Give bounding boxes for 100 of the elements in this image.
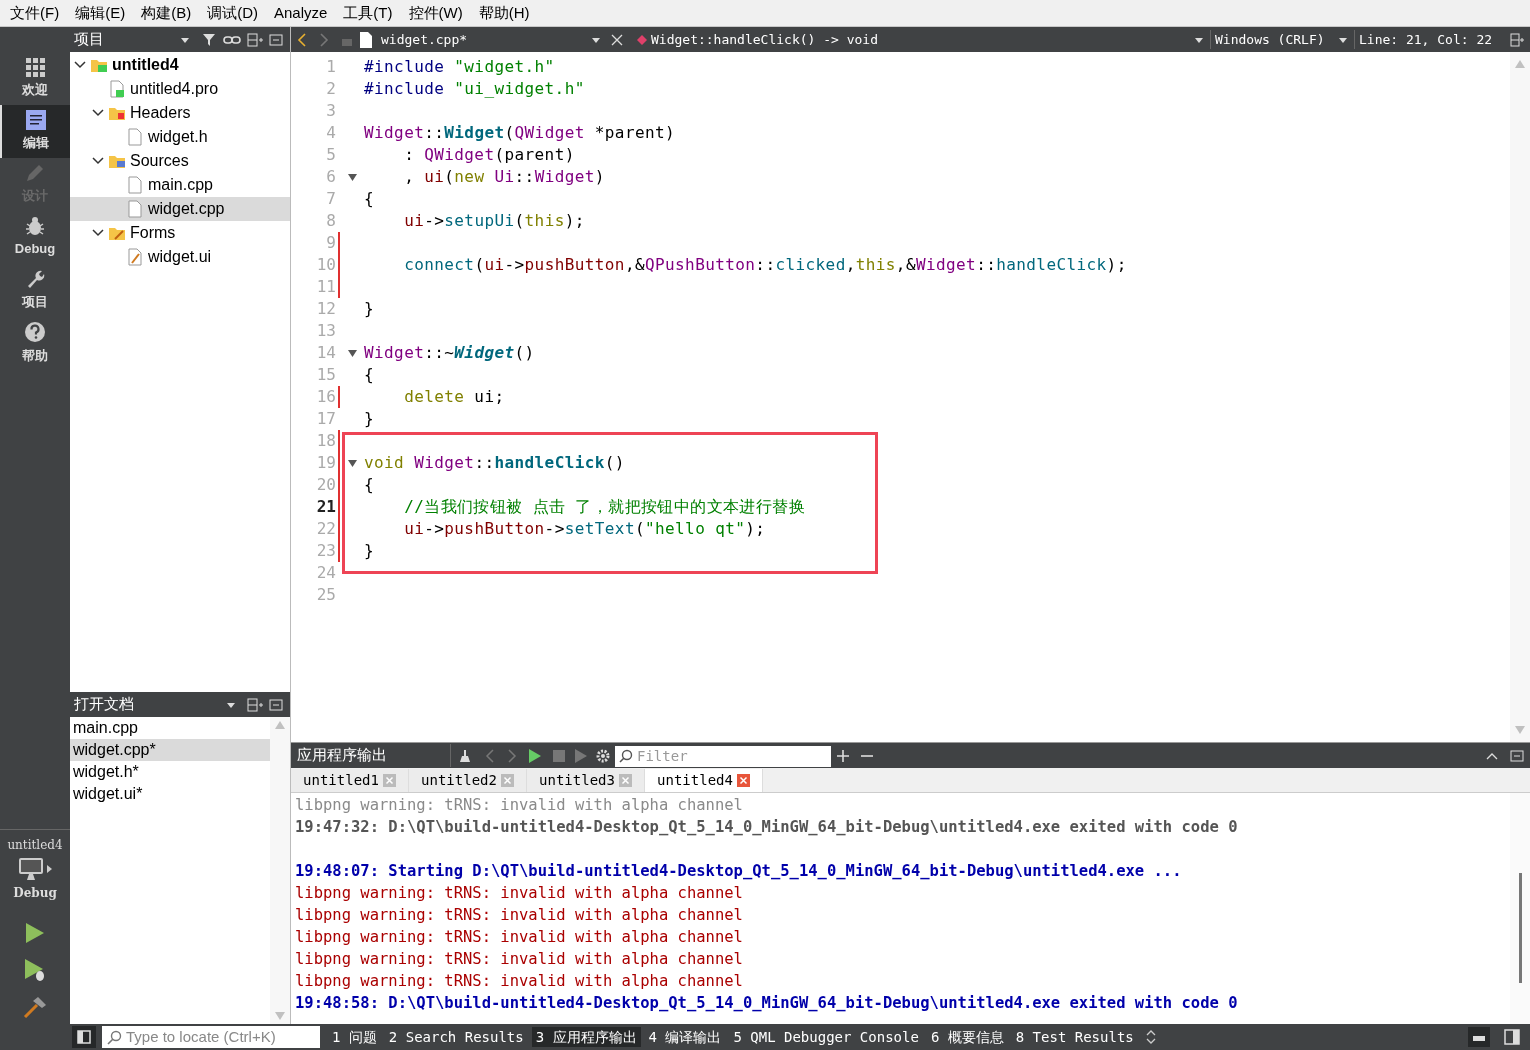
settings-icon[interactable] (596, 748, 610, 763)
document-item[interactable]: main.cpp (70, 717, 270, 739)
output-pane-tab[interactable]: 2 Search Results (384, 1027, 528, 1047)
menu-item[interactable]: 帮助(H) (470, 0, 538, 27)
tree-item[interactable]: widget.ui (70, 245, 290, 269)
output-pane-tab[interactable]: 1 问题 (328, 1027, 381, 1047)
menu-item[interactable]: 调试(D) (199, 0, 266, 27)
tree-item[interactable]: main.cpp (70, 173, 290, 197)
code-line: } (364, 540, 375, 562)
output-tab[interactable]: untitled1 (291, 769, 409, 792)
close-pane-icon[interactable] (269, 32, 283, 47)
line-number: 1 (325, 56, 336, 78)
debug-run-icon[interactable] (24, 958, 46, 982)
chevron-down-icon[interactable] (92, 156, 104, 166)
mode-button[interactable]: 帮助 (0, 317, 70, 370)
updown-icon[interactable] (1145, 1030, 1156, 1044)
file-icon (109, 80, 125, 98)
code-line: //当我们按钮被 点击 了，就把按钮中的文本进行替换 (403, 496, 806, 518)
monitor-icon (18, 857, 44, 881)
scrollbar[interactable] (1510, 793, 1530, 1024)
document-item[interactable]: widget.ui* (70, 783, 270, 805)
sidebar-toggle-icon[interactable] (1504, 1029, 1520, 1045)
split-icon[interactable] (1510, 32, 1524, 47)
maximize-icon[interactable] (1486, 751, 1498, 760)
document-item[interactable]: widget.h* (70, 761, 270, 783)
dropdown-icon[interactable] (226, 700, 236, 709)
sidebar-toggle-icon[interactable] (72, 1026, 96, 1048)
line-number: 19 (315, 452, 336, 474)
pane-title: 打开文档 (74, 694, 135, 715)
search-icon (619, 749, 633, 763)
run-icon[interactable] (25, 922, 45, 944)
code-line: ui->pushButton->setText("hello qt"); (403, 518, 766, 540)
add-icon[interactable] (836, 748, 850, 763)
mode-button[interactable]: 欢迎 (0, 52, 70, 105)
mode-button[interactable]: Debug (0, 211, 70, 264)
back-icon[interactable] (297, 32, 307, 47)
dropdown-icon[interactable] (180, 35, 190, 44)
output-tab[interactable]: untitled4 (645, 769, 763, 792)
code-line: Widget::Widget(QWidget *parent) (364, 122, 676, 144)
close-icon[interactable] (611, 33, 623, 46)
dropdown-icon[interactable] (1338, 35, 1348, 44)
tree-item[interactable]: untitled4 (70, 53, 290, 77)
symbol-selector[interactable]: Widget::handleClick() -> void (651, 29, 1194, 50)
close-pane-icon[interactable] (1510, 748, 1524, 763)
hammer-icon[interactable] (23, 996, 47, 1018)
dropdown-icon[interactable] (1194, 35, 1204, 44)
fold-icon[interactable] (347, 459, 357, 467)
menu-item[interactable]: 文件(F) (2, 0, 68, 27)
folder-icon (91, 57, 107, 73)
output-tab[interactable]: untitled3 (527, 769, 645, 792)
output-line: 19:48:58: D:\QT\build-untitled4-Desktop_Qt_5_14_0_MinGW_64_bit-Debug\untitled4.exe exited with code 0 (295, 993, 1239, 1014)
output-pane-tab[interactable]: 8 Test Results (1011, 1027, 1138, 1047)
line-number: 23 (315, 540, 336, 562)
chevron-down-icon[interactable] (92, 108, 104, 118)
line-number: 9 (325, 232, 336, 254)
clear-icon[interactable] (457, 747, 473, 764)
tree-item[interactable]: Forms (70, 221, 290, 245)
chevron-down-icon[interactable] (92, 228, 104, 238)
menu-item[interactable]: 控件(W) (400, 0, 471, 27)
document-icon (26, 110, 46, 131)
filter-field[interactable]: Filter (615, 746, 831, 767)
output-pane-tab[interactable]: 6 概要信息 (926, 1027, 1008, 1047)
filter-icon[interactable] (202, 32, 216, 47)
document-item[interactable]: widget.cpp* (70, 739, 270, 761)
progress-toggle-icon[interactable] (1468, 1027, 1490, 1047)
split-icon[interactable] (247, 32, 263, 47)
diamond-icon (637, 34, 647, 45)
menu-item[interactable]: 构建(B) (133, 0, 200, 27)
code-line: connect(ui->pushButton,&QPushButton::clicked,this,&Widget::handleClick); (403, 254, 1127, 276)
menu-item[interactable]: Analyze (266, 0, 336, 27)
close-icon[interactable] (736, 774, 750, 787)
tree-item[interactable]: Sources (70, 149, 290, 173)
line-ending[interactable]: Windows (CRLF) (1210, 29, 1338, 50)
run-icon[interactable] (529, 748, 541, 763)
pane-title: 项目 (74, 29, 105, 50)
output-pane-tab[interactable]: 4 编译输出 (644, 1027, 726, 1047)
folder-icon (109, 153, 125, 169)
dropdown-icon[interactable] (591, 35, 601, 44)
menu-item[interactable]: 编辑(E) (67, 0, 134, 27)
line-number: 10 (315, 254, 336, 276)
mode-button[interactable]: 编辑 (0, 105, 70, 158)
locator-field[interactable]: Type to locate (Ctrl+K) (102, 1026, 320, 1048)
tree-item[interactable]: widget.cpp (70, 197, 290, 221)
output-pane-tab[interactable]: 3 应用程序输出 (531, 1027, 641, 1047)
output-pane-tab[interactable]: 5 QML Debugger Console (729, 1027, 923, 1047)
output-tab[interactable]: untitled2 (409, 769, 527, 792)
line-number: 5 (325, 144, 336, 166)
folder-icon (109, 225, 125, 241)
chevron-down-icon[interactable] (74, 60, 86, 70)
mode-button[interactable]: 项目 (0, 264, 70, 317)
fold-icon[interactable] (347, 173, 357, 181)
file-name[interactable]: widget.cpp* (381, 29, 591, 50)
split-icon[interactable] (247, 697, 263, 712)
close-pane-icon[interactable] (269, 697, 283, 712)
menu-item[interactable]: 工具(T) (335, 0, 401, 27)
tree-item[interactable]: untitled4.pro (70, 77, 290, 101)
tree-item[interactable]: Headers (70, 101, 290, 125)
tree-item[interactable]: widget.h (70, 125, 290, 149)
fold-icon[interactable] (347, 349, 357, 357)
line-number: 15 (315, 364, 336, 386)
